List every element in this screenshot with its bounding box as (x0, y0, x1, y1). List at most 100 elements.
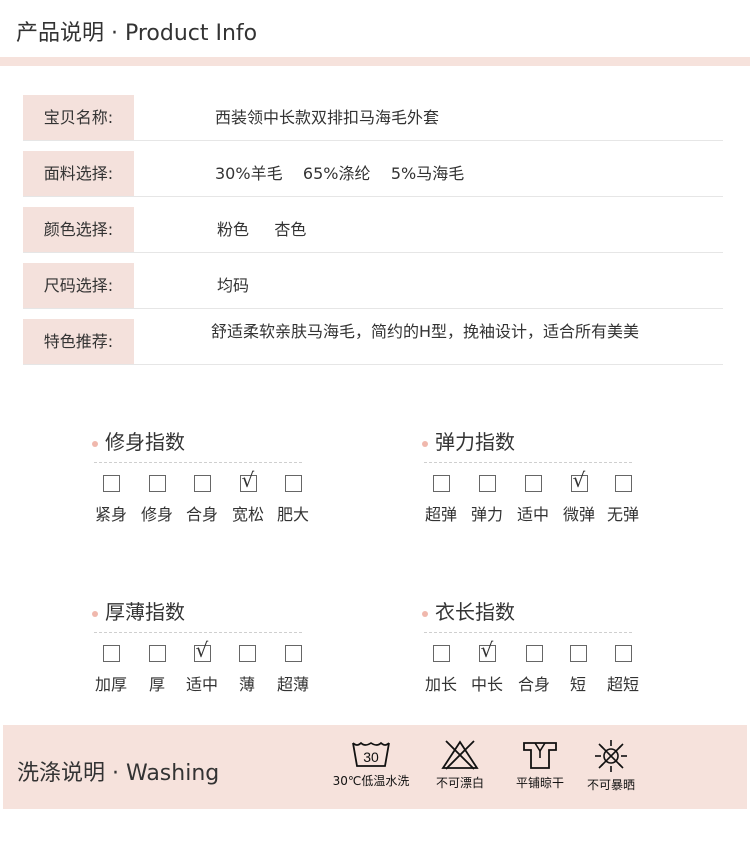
product-info-header: 产品说明 · Product Info (0, 0, 750, 58)
option[interactable]: 修身 (134, 475, 180, 525)
option[interactable]: √ 微弹 (556, 470, 602, 525)
option-label: 中长 (470, 675, 503, 694)
checkbox[interactable] (432, 645, 450, 662)
index-title: 厚薄指数 (105, 600, 185, 624)
checkbox[interactable] (193, 475, 211, 492)
option[interactable]: 短 (555, 645, 601, 695)
info-label: 尺码选择: (23, 263, 134, 308)
option[interactable]: 紧身 (88, 475, 134, 525)
option-label: 修身 (140, 505, 173, 524)
check-mark-icon: √ (195, 638, 209, 662)
option-label: 无弹 (606, 505, 639, 524)
option-label: 肥大 (276, 505, 309, 524)
dashed-divider (424, 462, 632, 463)
option[interactable]: 无弹 (600, 475, 646, 525)
checkbox[interactable] (478, 475, 496, 492)
info-value: 粉色 杏色 (217, 220, 307, 239)
option-label: 紧身 (94, 505, 127, 524)
option[interactable]: 薄 (224, 645, 270, 695)
thickness-index: 厚薄指数 加厚 厚 √ 适中 薄 超薄 (92, 599, 332, 699)
index-title: 弹力指数 (435, 430, 515, 454)
check-mark-icon: √ (480, 638, 494, 662)
option[interactable]: √ 中长 (464, 640, 510, 695)
option-label: 加长 (424, 675, 457, 694)
info-row-color: 颜色选择: 粉色 杏色 (23, 207, 723, 253)
option[interactable]: 肥大 (270, 475, 316, 525)
info-row-fabric: 面料选择: 30%羊毛 65%涤纶 5%马海毛 (23, 151, 723, 197)
option[interactable]: 超短 (600, 645, 646, 695)
care-item: 30 30℃低温水洗 (326, 739, 416, 789)
option-label: 加厚 (94, 675, 127, 694)
checkbox[interactable]: √ (570, 470, 588, 492)
checkbox[interactable] (102, 645, 120, 662)
elasticity-index: 弹力指数 超弹 弹力 适中 √ 微弹 无弹 (422, 429, 662, 529)
flat-dry-icon (523, 742, 557, 769)
checkbox[interactable] (525, 645, 543, 662)
option-label: 薄 (238, 675, 255, 694)
checkbox[interactable] (148, 475, 166, 492)
option[interactable]: 超弹 (418, 475, 464, 525)
option[interactable]: √ 适中 (179, 640, 225, 695)
info-row-name: 宝贝名称: 西装领中长款双排扣马海毛外套 (23, 95, 723, 141)
care-label: 30℃低温水洗 (332, 774, 410, 788)
checkbox[interactable] (238, 645, 256, 662)
check-mark-icon: √ (572, 468, 586, 492)
checkbox[interactable] (614, 475, 632, 492)
page-title: 产品说明 · Product Info (16, 21, 258, 46)
no-sun-icon (595, 740, 627, 772)
option-label: 厚 (148, 675, 165, 694)
bullet-dot (422, 441, 428, 447)
bullet-dot (92, 611, 98, 617)
washing-title: 洗涤说明 · Washing (17, 761, 220, 786)
washing-section: 洗涤说明 · Washing 30 30℃低温水洗 不可漂白 平铺晾干 不可暴晒 (3, 725, 747, 809)
checkbox[interactable]: √ (193, 640, 211, 662)
checkbox[interactable] (102, 475, 120, 492)
option[interactable]: 超薄 (270, 645, 316, 695)
info-value: 舒适柔软亲肤马海毛，简约的H型，挽袖设计，适合所有美美 (211, 322, 640, 341)
length-index: 衣长指数 加长 √ 中长 合身 短 超短 (422, 599, 662, 699)
option[interactable]: 加厚 (88, 645, 134, 695)
header-divider (0, 57, 750, 66)
option[interactable]: 厚 (134, 645, 180, 695)
info-label: 颜色选择: (23, 207, 134, 252)
dashed-divider (424, 632, 632, 633)
option[interactable]: 加长 (418, 645, 464, 695)
care-label: 不可暴晒 (586, 778, 635, 792)
checkbox[interactable] (284, 475, 302, 492)
checkbox[interactable]: √ (239, 470, 257, 492)
checkbox[interactable]: √ (478, 640, 496, 662)
option[interactable]: 合身 (179, 475, 225, 525)
option-label: 短 (569, 675, 586, 694)
bullet-dot (92, 441, 98, 447)
checkbox[interactable] (614, 645, 632, 662)
option-label: 宽松 (231, 505, 264, 524)
option-label: 微弹 (562, 505, 595, 524)
option-label: 合身 (517, 675, 550, 694)
checkbox[interactable] (148, 645, 166, 662)
option-label: 超短 (606, 675, 639, 694)
dashed-divider (94, 632, 302, 633)
option-label: 弹力 (470, 505, 503, 524)
option-label: 超薄 (276, 675, 309, 694)
checkbox[interactable] (432, 475, 450, 492)
checkbox[interactable] (569, 645, 587, 662)
option[interactable]: 适中 (510, 475, 556, 525)
care-item: 不可漂白 (415, 739, 505, 791)
option-label: 超弹 (424, 505, 457, 524)
info-value: 30%羊毛 65%涤纶 5%马海毛 (215, 164, 465, 183)
care-label: 不可漂白 (435, 776, 484, 790)
info-value: 均码 (217, 276, 250, 295)
option[interactable]: 弹力 (464, 475, 510, 525)
checkbox[interactable] (284, 645, 302, 662)
checkbox[interactable] (524, 475, 542, 492)
fit-index: 修身指数 紧身 修身 合身 √ 宽松 肥大 (92, 429, 332, 529)
check-mark-icon: √ (241, 468, 255, 492)
index-title: 修身指数 (105, 430, 185, 454)
index-title: 衣长指数 (435, 600, 515, 624)
wash-30-icon: 30 (352, 741, 390, 767)
option[interactable]: √ 宽松 (225, 470, 271, 525)
option[interactable]: 合身 (511, 645, 557, 695)
info-label: 特色推荐: (23, 319, 134, 364)
care-item: 不可暴晒 (566, 739, 656, 793)
info-value: 西装领中长款双排扣马海毛外套 (215, 108, 440, 127)
